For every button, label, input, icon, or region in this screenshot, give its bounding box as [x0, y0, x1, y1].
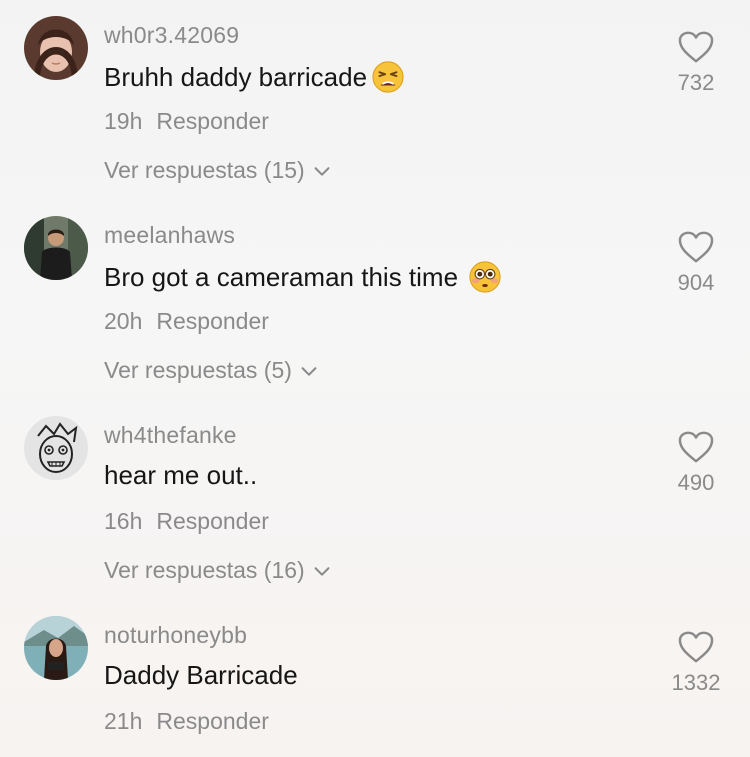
chevron-down-icon [314, 566, 330, 576]
comment-meta: 20h Responder [104, 308, 269, 335]
like-count: 732 [677, 70, 715, 95]
avatar[interactable] [24, 216, 88, 280]
comment-text-content: hear me out.. [104, 460, 258, 490]
heart-icon[interactable] [677, 230, 715, 264]
comment-item: meelanhaws Bro got a cameraman this time… [0, 200, 750, 400]
view-replies-label: Ver respuestas (16) [104, 557, 305, 583]
view-replies-label: Ver respuestas (15) [104, 157, 305, 183]
heart-icon[interactable] [677, 630, 715, 664]
comment-username[interactable]: wh4thefanke [104, 422, 237, 449]
avatar[interactable] [24, 16, 88, 80]
comment-meta: 19h Responder [104, 108, 269, 135]
comment-time: 21h [104, 708, 143, 734]
chevron-down-icon [301, 366, 317, 376]
view-replies-button[interactable]: Ver respuestas (5) [104, 357, 320, 384]
like-control: 904 [666, 230, 726, 296]
comment-text-content: Bro got a cameraman this time [104, 261, 459, 292]
reply-button[interactable]: Responder [156, 708, 269, 734]
comment-meta: 21h Responder [104, 708, 269, 735]
like-control: 732 [666, 30, 726, 96]
heart-icon[interactable] [677, 430, 715, 464]
comment-text: Bruhh daddy barricade [104, 60, 405, 94]
view-replies-label: Ver respuestas (5) [104, 357, 292, 383]
comment-text: hear me out.. [104, 460, 257, 491]
comment-time: 16h [104, 508, 143, 534]
avatar[interactable] [24, 616, 88, 680]
reply-button[interactable]: Responder [156, 508, 269, 534]
comment-item: wh4thefanke hear me out.. 16h Responder V… [0, 400, 750, 600]
comment-meta: 16h Responder [104, 508, 269, 535]
comment-text: Daddy Barricade [104, 660, 298, 691]
like-control: 490 [666, 430, 726, 496]
comment-item: wh0r3.42069 Bruhh daddy barricade 19h Res… [0, 0, 750, 200]
comment-text-content: Bruhh daddy barricade [104, 61, 368, 92]
comment-username[interactable]: wh0r3.42069 [104, 22, 239, 49]
view-replies-button[interactable]: Ver respuestas (16) [104, 557, 333, 584]
reply-button[interactable]: Responder [156, 108, 269, 134]
like-control: 1332 [666, 630, 726, 696]
flushed-face-emoji-icon [469, 261, 501, 293]
comment-time: 19h [104, 108, 143, 134]
like-count: 904 [677, 270, 715, 295]
comment-text-content: Daddy Barricade [104, 660, 298, 690]
like-count: 1332 [671, 670, 721, 695]
avatar[interactable] [24, 416, 88, 480]
comment-username[interactable]: noturhoneybb [104, 622, 247, 649]
tired-face-emoji-icon [372, 61, 404, 93]
comment-time: 20h [104, 308, 143, 334]
heart-icon[interactable] [677, 30, 715, 64]
reply-button[interactable]: Responder [156, 308, 269, 334]
comment-text: Bro got a cameraman this time [104, 260, 502, 294]
view-replies-button[interactable]: Ver respuestas (15) [104, 157, 333, 184]
like-count: 490 [677, 470, 715, 495]
comment-item: noturhoneybb Daddy Barricade 21h Responde… [0, 600, 750, 757]
comment-username[interactable]: meelanhaws [104, 222, 235, 249]
chevron-down-icon [314, 166, 330, 176]
